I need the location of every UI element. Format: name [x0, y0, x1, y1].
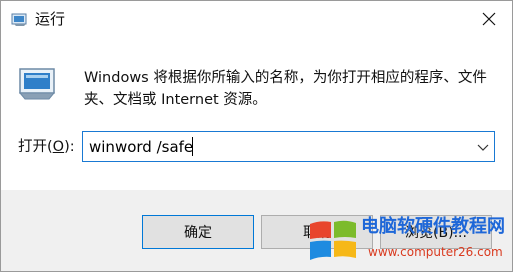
run-dialog: 运行 Windows 将根据你所输入的名称，为你打开相应的程序、文件夹、文档或 … — [0, 0, 513, 272]
browse-button[interactable]: 浏览(B)... — [380, 215, 492, 249]
open-command-combobox[interactable]: winword /safe — [82, 131, 495, 162]
open-label: 打开(O): — [18, 139, 75, 155]
run-app-icon — [11, 13, 27, 26]
open-command-input[interactable]: winword /safe — [89, 137, 193, 157]
close-icon — [482, 12, 496, 26]
cancel-button[interactable]: 取消 — [261, 215, 373, 249]
text-caret — [192, 137, 193, 156]
close-button[interactable] — [466, 1, 512, 37]
title-bar[interactable]: 运行 — [1, 1, 512, 37]
window-title: 运行 — [35, 10, 66, 28]
button-bar: 确定 取消 浏览(B)... — [1, 190, 512, 271]
run-icon — [18, 68, 56, 100]
ok-button[interactable]: 确定 — [142, 215, 254, 249]
run-description: Windows 将根据你所输入的名称，为你打开相应的程序、文件夹、文档或 Int… — [84, 70, 487, 108]
chevron-down-icon[interactable] — [476, 140, 490, 154]
